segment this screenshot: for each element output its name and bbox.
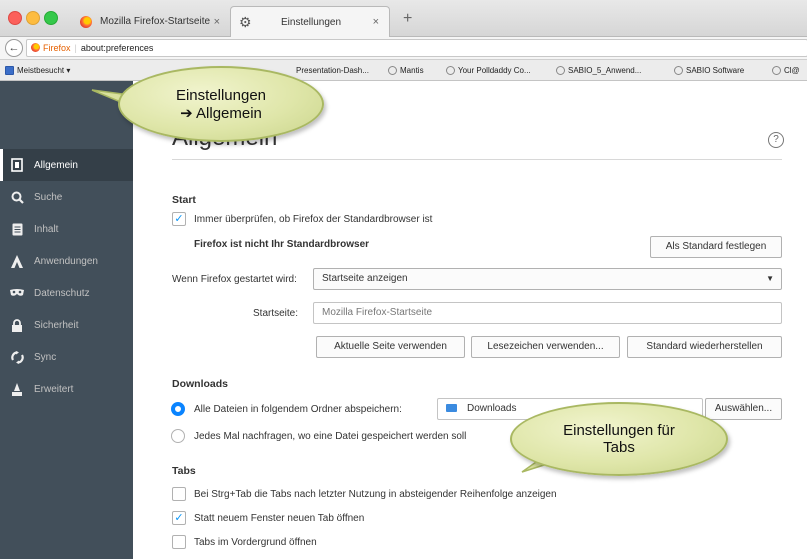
callout-text: Einstellungen für: [563, 422, 675, 439]
callout-text: Tabs: [603, 439, 635, 456]
callout-settings-general: Einstellungen ➔ Allgemein: [118, 66, 324, 142]
callout-tab-settings: Einstellungen für Tabs: [510, 402, 728, 476]
callout-text: ➔ Allgemein: [180, 104, 262, 122]
callout-tails: [91, 89, 588, 473]
callout-text: Einstellungen: [175, 86, 267, 104]
